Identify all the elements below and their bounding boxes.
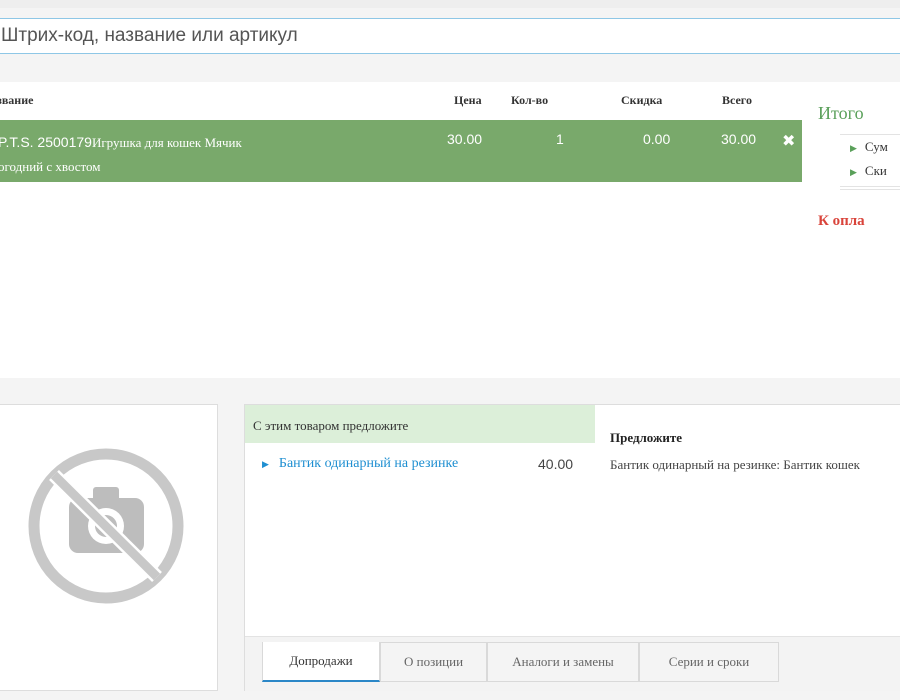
recommendation-link[interactable]: ▶ Бантик одинарный на резинке	[262, 456, 458, 472]
column-header-name: звание	[0, 93, 34, 107]
suggest-title: Предложите	[610, 430, 683, 445]
recommendations-header: С этим товаром предложите	[245, 405, 595, 443]
cart-item-sku: P.T.S. 2500179	[0, 134, 92, 150]
no-camera-icon	[28, 448, 184, 604]
tab-analogs[interactable]: Аналоги и замены	[487, 642, 639, 682]
tab-upsell[interactable]: Допродажи	[262, 642, 380, 682]
cart-item-discount[interactable]: 0.00	[643, 131, 670, 147]
summary-divider	[840, 134, 900, 135]
column-header-price: Цена	[454, 93, 482, 107]
triangle-right-icon: ▶	[850, 144, 857, 154]
triangle-right-icon: ▶	[850, 168, 857, 178]
to-pay-label: К опла	[818, 213, 865, 229]
close-icon[interactable]: ✖	[782, 131, 795, 150]
search-box[interactable]	[0, 18, 900, 54]
column-header-total: Всего	[722, 93, 752, 107]
summary-item: ▶ Ски	[850, 163, 887, 178]
recommendation-price: 40.00	[538, 456, 574, 472]
summary-divider	[840, 186, 900, 187]
cart-item-name: P.T.S. 2500179Игрушка для кошек Мячик ог…	[0, 130, 298, 179]
cart-item-total: 30.00	[721, 131, 757, 147]
cart-item-title-cont: огодний с хвостом	[0, 159, 101, 174]
tab-about-position[interactable]: О позиции	[380, 642, 487, 682]
summary-title: Итого	[818, 103, 864, 123]
suggest-text: Бантик одинарный на резинке: Бантик коше…	[610, 457, 860, 472]
top-strip	[0, 0, 900, 8]
search-input[interactable]	[0, 19, 900, 53]
tab-series[interactable]: Серии и сроки	[639, 642, 779, 682]
column-header-qty: Кол-во	[511, 93, 549, 107]
cart-item-title: Игрушка для кошек Мячик	[91, 135, 242, 150]
summary-divider	[840, 189, 900, 190]
cart-item-qty[interactable]: 1	[556, 131, 564, 147]
triangle-right-icon: ▶	[262, 460, 269, 470]
column-header-discount: Скидка	[621, 93, 663, 107]
product-image-box	[0, 404, 218, 691]
cart-item-price: 30.00	[447, 131, 483, 147]
summary-item: ▶ Сум	[850, 139, 888, 154]
